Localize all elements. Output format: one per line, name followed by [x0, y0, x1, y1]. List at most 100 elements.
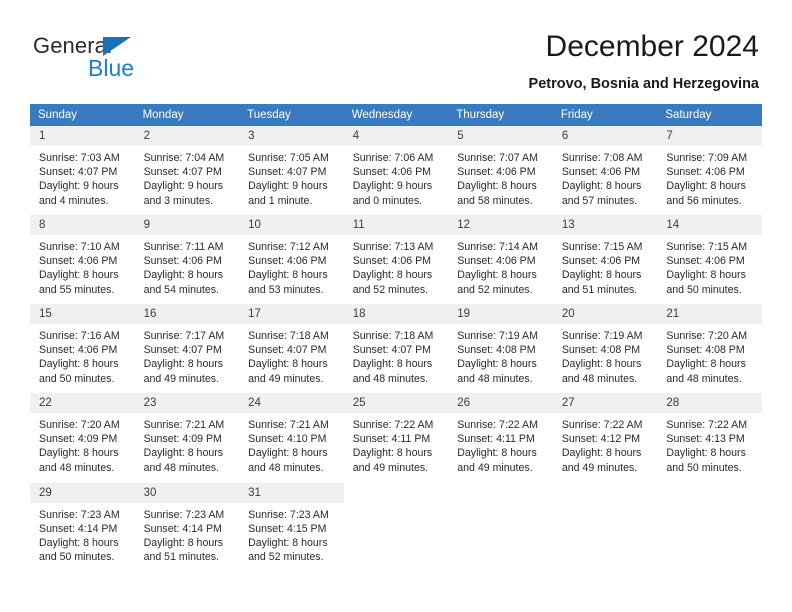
day-number: 20	[552, 304, 658, 324]
day-cell[interactable]: 15 Sunrise: 7:16 AM Sunset: 4:06 PM Dayl…	[30, 304, 135, 393]
day-number: 18	[343, 304, 449, 324]
sunrise-text: Sunrise: 7:06 AM	[352, 152, 434, 164]
day-number: 2	[134, 126, 240, 146]
sunset-text: Sunset: 4:12 PM	[561, 433, 641, 446]
daylight-text-line2: and 4 minutes.	[39, 194, 109, 207]
daylight-text-line2: and 3 minutes.	[143, 194, 214, 207]
daylight-text-line2: and 50 minutes.	[666, 461, 742, 474]
day-number: 17	[239, 304, 344, 324]
day-details: Sunrise: 7:05 AM Sunset: 4:07 PM Dayligh…	[239, 146, 344, 208]
sunset-text: Sunset: 4:11 PM	[457, 433, 535, 446]
daylight-text-line1: Daylight: 8 hours	[561, 447, 642, 460]
day-cell[interactable]: 9 Sunrise: 7:11 AM Sunset: 4:06 PM Dayli…	[134, 215, 240, 304]
day-cell[interactable]: 1 Sunrise: 7:03 AM Sunset: 4:07 PM Dayli…	[30, 126, 135, 215]
daylight-text-line2: and 48 minutes.	[666, 372, 742, 385]
daylight-text-line1: Daylight: 8 hours	[143, 536, 224, 549]
day-cell[interactable]: 19 Sunrise: 7:19 AM Sunset: 4:08 PM Dayl…	[448, 304, 553, 393]
day-cell[interactable]: 8 Sunrise: 7:10 AM Sunset: 4:06 PM Dayli…	[30, 215, 135, 304]
day-cell[interactable]: 13 Sunrise: 7:15 AM Sunset: 4:06 PM Dayl…	[552, 215, 658, 304]
daylight-text-line1: Daylight: 8 hours	[457, 447, 537, 460]
day-cell[interactable]: 3 Sunrise: 7:05 AM Sunset: 4:07 PM Dayli…	[239, 126, 344, 215]
day-cell[interactable]: 18 Sunrise: 7:18 AM Sunset: 4:07 PM Dayl…	[343, 304, 449, 393]
day-cell[interactable]: 24 Sunrise: 7:21 AM Sunset: 4:10 PM Dayl…	[239, 393, 344, 483]
calendar-week-row: 8 Sunrise: 7:10 AM Sunset: 4:06 PM Dayli…	[30, 215, 762, 304]
day-cell[interactable]: 25 Sunrise: 7:22 AM Sunset: 4:11 PM Dayl…	[343, 393, 449, 483]
sunset-text: Sunset: 4:08 PM	[457, 344, 536, 357]
day-cell[interactable]: 11 Sunrise: 7:13 AM Sunset: 4:06 PM Dayl…	[343, 215, 449, 304]
sunrise-text: Sunrise: 7:12 AM	[248, 241, 329, 253]
day-cell[interactable]: 21 Sunrise: 7:20 AM Sunset: 4:08 PM Dayl…	[657, 304, 762, 393]
daylight-text-line2: and 50 minutes.	[666, 283, 742, 296]
day-cell[interactable]: 16 Sunrise: 7:17 AM Sunset: 4:07 PM Dayl…	[134, 304, 240, 393]
day-cell[interactable]: 6 Sunrise: 7:08 AM Sunset: 4:06 PM Dayli…	[552, 126, 658, 215]
sunrise-text: Sunrise: 7:22 AM	[457, 419, 538, 431]
sunrise-text: Sunrise: 7:21 AM	[248, 419, 329, 431]
daylight-text-line1: Daylight: 8 hours	[143, 269, 224, 282]
sunset-text: Sunset: 4:06 PM	[561, 255, 641, 268]
daylight-text-line1: Daylight: 8 hours	[457, 358, 537, 371]
day-cell[interactable]: 27 Sunrise: 7:22 AM Sunset: 4:12 PM Dayl…	[552, 393, 658, 483]
sunrise-text: Sunrise: 7:07 AM	[457, 152, 538, 164]
day-details: Sunrise: 7:16 AM Sunset: 4:06 PM Dayligh…	[30, 324, 135, 386]
day-cell[interactable]: 7 Sunrise: 7:09 AM Sunset: 4:06 PM Dayli…	[657, 126, 762, 215]
sunset-text: Sunset: 4:07 PM	[39, 166, 118, 179]
daylight-text-line2: and 48 minutes.	[143, 461, 219, 474]
sunset-text: Sunset: 4:11 PM	[352, 433, 431, 446]
sunrise-text: Sunrise: 7:21 AM	[143, 419, 225, 431]
sunset-text: Sunset: 4:06 PM	[143, 255, 222, 268]
sunset-text: Sunset: 4:07 PM	[352, 344, 432, 357]
weekday-header-sunday: Sunday	[30, 104, 135, 126]
day-number: 6	[552, 126, 658, 146]
sunrise-text: Sunrise: 7:19 AM	[561, 330, 643, 342]
sunrise-text: Sunrise: 7:08 AM	[561, 152, 643, 164]
calendar-page: General Blue December 2024 Petrovo, Bosn…	[0, 0, 792, 612]
day-cell[interactable]: 10 Sunrise: 7:12 AM Sunset: 4:06 PM Dayl…	[239, 215, 344, 304]
sunset-text: Sunset: 4:13 PM	[666, 433, 745, 446]
daylight-text-line2: and 49 minutes.	[143, 372, 219, 385]
day-details: Sunrise: 7:19 AM Sunset: 4:08 PM Dayligh…	[553, 324, 658, 386]
sunset-text: Sunset: 4:08 PM	[666, 344, 745, 357]
daylight-text-line1: Daylight: 8 hours	[561, 358, 642, 371]
day-cell[interactable]: 14 Sunrise: 7:15 AM Sunset: 4:06 PM Dayl…	[657, 215, 762, 304]
day-details: Sunrise: 7:15 AM Sunset: 4:06 PM Dayligh…	[553, 235, 658, 297]
day-cell[interactable]: 4 Sunrise: 7:06 AM Sunset: 4:06 PM Dayli…	[343, 126, 449, 215]
weekday-header-monday: Monday	[134, 104, 240, 126]
page-title: December 2024	[545, 30, 759, 63]
logo-triangle-icon	[103, 37, 131, 56]
day-cell[interactable]: 17 Sunrise: 7:18 AM Sunset: 4:07 PM Dayl…	[239, 304, 344, 393]
day-cell[interactable]: 28 Sunrise: 7:22 AM Sunset: 4:13 PM Dayl…	[657, 393, 762, 483]
day-cell[interactable]: 12 Sunrise: 7:14 AM Sunset: 4:06 PM Dayl…	[448, 215, 553, 304]
day-cell[interactable]: 20 Sunrise: 7:19 AM Sunset: 4:08 PM Dayl…	[552, 304, 658, 393]
daylight-text-line2: and 49 minutes.	[457, 461, 533, 474]
sunrise-text: Sunrise: 7:17 AM	[143, 330, 225, 342]
day-cell[interactable]: 30 Sunrise: 7:23 AM Sunset: 4:14 PM Dayl…	[134, 482, 240, 573]
sunset-text: Sunset: 4:06 PM	[39, 255, 118, 268]
day-cell[interactable]: 26 Sunrise: 7:22 AM Sunset: 4:11 PM Dayl…	[448, 393, 553, 483]
day-details: Sunrise: 7:17 AM Sunset: 4:07 PM Dayligh…	[135, 324, 240, 386]
day-details: Sunrise: 7:13 AM Sunset: 4:06 PM Dayligh…	[344, 235, 449, 297]
daylight-text-line2: and 50 minutes.	[39, 372, 115, 385]
daylight-text-line1: Daylight: 8 hours	[143, 447, 224, 460]
calendar-week-row: 1 Sunrise: 7:03 AM Sunset: 4:07 PM Dayli…	[30, 126, 762, 215]
sunset-text: Sunset: 4:15 PM	[248, 522, 327, 535]
day-details: Sunrise: 7:23 AM Sunset: 4:14 PM Dayligh…	[30, 503, 135, 565]
day-cell[interactable]: 5 Sunrise: 7:07 AM Sunset: 4:06 PM Dayli…	[448, 126, 553, 215]
daylight-text-line1: Daylight: 8 hours	[561, 269, 642, 282]
day-number: 26	[448, 393, 553, 413]
sunset-text: Sunset: 4:07 PM	[143, 166, 222, 179]
day-cell[interactable]: 29 Sunrise: 7:23 AM Sunset: 4:14 PM Dayl…	[30, 482, 135, 573]
sunrise-text: Sunrise: 7:23 AM	[39, 508, 120, 521]
day-cell[interactable]: 22 Sunrise: 7:20 AM Sunset: 4:09 PM Dayl…	[30, 393, 135, 483]
day-cell[interactable]: 2 Sunrise: 7:04 AM Sunset: 4:07 PM Dayli…	[134, 126, 240, 215]
day-cell[interactable]: 23 Sunrise: 7:21 AM Sunset: 4:09 PM Dayl…	[134, 393, 240, 483]
daylight-text-line1: Daylight: 9 hours	[143, 180, 224, 193]
sunrise-text: Sunrise: 7:11 AM	[143, 241, 224, 253]
general-blue-logo[interactable]: General Blue	[33, 33, 233, 89]
day-cell[interactable]: 31 Sunrise: 7:23 AM Sunset: 4:15 PM Dayl…	[239, 482, 344, 573]
daylight-text-line1: Daylight: 9 hours	[352, 180, 433, 193]
sunrise-text: Sunrise: 7:15 AM	[666, 241, 748, 253]
calendar-grid: Sunday Monday Tuesday Wednesday Thursday…	[30, 104, 762, 572]
day-number: 27	[552, 393, 658, 413]
day-number: 24	[239, 393, 344, 413]
sunset-text: Sunset: 4:06 PM	[352, 166, 432, 179]
